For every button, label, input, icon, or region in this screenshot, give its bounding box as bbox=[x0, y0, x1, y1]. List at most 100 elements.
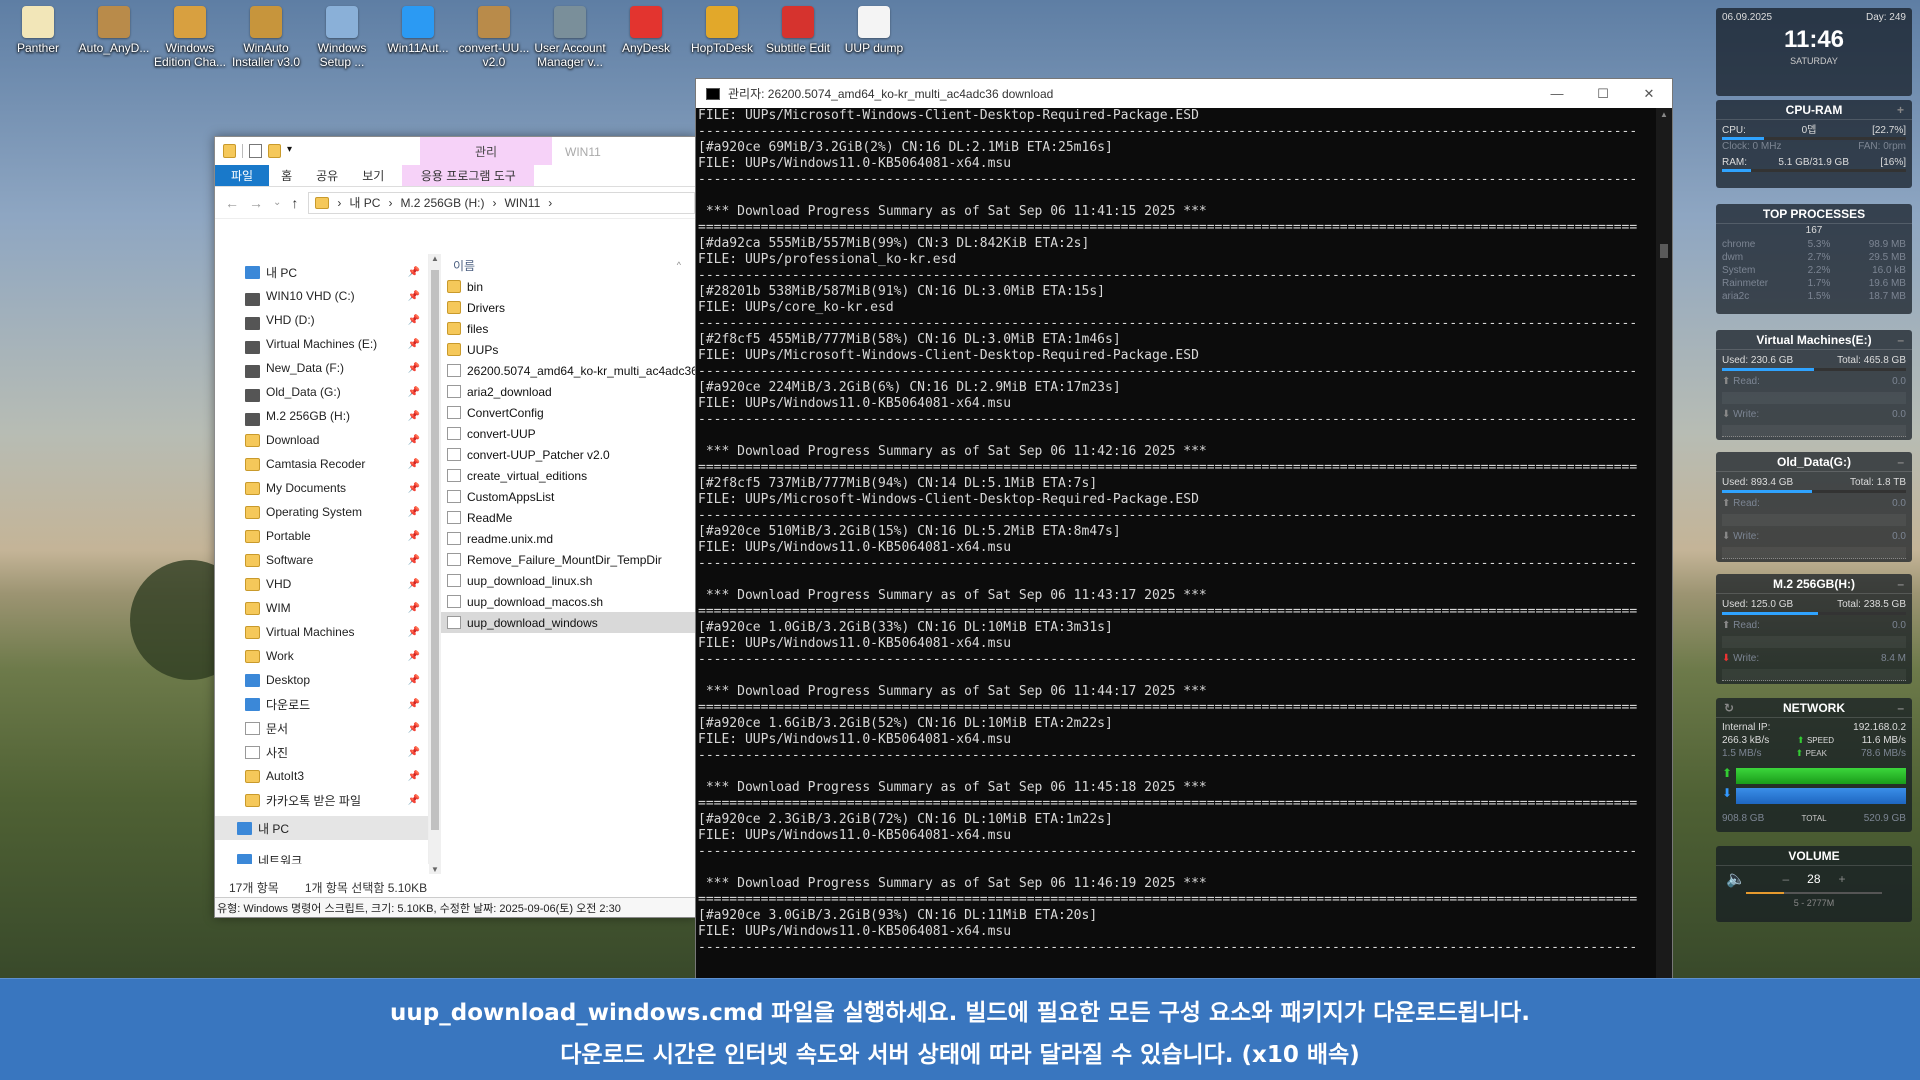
volume-up-button[interactable]: + bbox=[1839, 872, 1846, 886]
nav-item[interactable]: Virtual Machines (E:) 📌 bbox=[215, 332, 428, 356]
file-item[interactable]: readme.unix.md bbox=[441, 528, 695, 549]
scroll-up-icon[interactable]: ▲ bbox=[1660, 110, 1668, 119]
minus-icon[interactable]: – bbox=[1897, 330, 1904, 350]
nav-item[interactable]: VHD 📌 bbox=[215, 572, 428, 596]
file-item[interactable]: 26200.5074_amd64_ko-kr_multi_ac4adc36 bbox=[441, 360, 695, 381]
nav-item[interactable]: 문서 📌 bbox=[215, 716, 428, 740]
breadcrumb-item[interactable]: 내 PC bbox=[349, 194, 380, 211]
tab-home[interactable]: 홈 bbox=[269, 165, 304, 186]
scroll-down-icon[interactable]: ▼ bbox=[431, 865, 439, 874]
file-item[interactable]: convert-UUP bbox=[441, 423, 695, 444]
file-item[interactable]: Drivers bbox=[441, 297, 695, 318]
file-item[interactable]: UUPs bbox=[441, 339, 695, 360]
new-folder-icon[interactable] bbox=[268, 144, 281, 158]
process-row: aria2c 1.5% 18.7 MB bbox=[1716, 290, 1912, 303]
console-titlebar[interactable]: 관리자: 26200.5074_amd64_ko-kr_multi_ac4adc… bbox=[696, 79, 1672, 108]
tab-file[interactable]: 파일 bbox=[215, 165, 270, 186]
desktop-shortcut[interactable]: convert-UU... v2.0 bbox=[456, 0, 532, 78]
close-button[interactable]: ✕ bbox=[1626, 79, 1672, 108]
desktop-shortcut[interactable]: Windows Setup ... bbox=[304, 0, 380, 78]
minus-icon[interactable]: – bbox=[1897, 574, 1904, 594]
desktop-shortcut[interactable]: Subtitle Edit bbox=[760, 0, 836, 78]
minus-icon[interactable]: – bbox=[1897, 452, 1904, 472]
scroll-up-icon[interactable]: ▲ bbox=[431, 254, 439, 263]
file-item[interactable]: uup_download_linux.sh bbox=[441, 570, 695, 591]
scroll-thumb[interactable] bbox=[431, 270, 439, 830]
nav-item[interactable]: WIN10 VHD (C:) 📌 bbox=[215, 284, 428, 308]
file-item[interactable]: aria2_download bbox=[441, 381, 695, 402]
forward-arrow-icon[interactable]: → bbox=[249, 195, 263, 211]
nav-item[interactable]: Virtual Machines 📌 bbox=[215, 620, 428, 644]
file-item[interactable]: convert-UUP_Patcher v2.0 bbox=[441, 444, 695, 465]
file-item[interactable]: create_virtual_editions bbox=[441, 465, 695, 486]
pin-icon: 📌 bbox=[407, 290, 420, 302]
nav-item[interactable]: M.2 256GB (H:) 📌 bbox=[215, 404, 428, 428]
back-arrow-icon[interactable]: ← bbox=[225, 195, 239, 211]
file-item[interactable]: CustomAppsList bbox=[441, 486, 695, 507]
file-item[interactable]: uup_download_macos.sh bbox=[441, 591, 695, 612]
nav-item[interactable]: Software 📌 bbox=[215, 548, 428, 572]
file-item[interactable]: files bbox=[441, 318, 695, 339]
nav-item[interactable]: Old_Data (G:) 📌 bbox=[215, 380, 428, 404]
speaker-icon[interactable]: 🔈 bbox=[1726, 869, 1746, 889]
clock-widget: 06.09.2025 Day: 249 11:46 SATURDAY bbox=[1716, 8, 1912, 96]
desktop-shortcut[interactable]: AnyDesk bbox=[608, 0, 684, 78]
nav-item[interactable]: My Documents 📌 bbox=[215, 476, 428, 500]
file-item[interactable]: uup_download_windows bbox=[441, 612, 695, 633]
nav-item[interactable]: Work 📌 bbox=[215, 644, 428, 668]
nav-item[interactable]: WIM 📌 bbox=[215, 596, 428, 620]
desktop-shortcut[interactable]: User Account Manager v... bbox=[532, 0, 608, 78]
nav-item[interactable]: 내 PC 📌 bbox=[215, 260, 428, 284]
desktop-shortcut[interactable]: Auto_AnyD... bbox=[76, 0, 152, 78]
up-arrow-icon[interactable]: ↑ bbox=[291, 195, 298, 211]
nav-scrollbar[interactable]: ▲ ▼ bbox=[429, 254, 441, 874]
desktop-shortcut[interactable]: Windows Edition Cha... bbox=[152, 0, 228, 78]
console-output[interactable]: FILE: UUPs/Microsoft-Windows-Client-Desk… bbox=[696, 108, 1656, 999]
chevron-down-icon[interactable]: ▾ bbox=[287, 144, 292, 158]
desktop-shortcut[interactable]: Panther bbox=[0, 0, 76, 78]
file-item[interactable]: bin bbox=[441, 276, 695, 297]
nav-item[interactable]: Portable 📌 bbox=[215, 524, 428, 548]
tab-share[interactable]: 공유 bbox=[304, 165, 350, 186]
nav-item[interactable]: Download 📌 bbox=[215, 428, 428, 452]
desktop-shortcut[interactable]: Win11Aut... bbox=[380, 0, 456, 78]
nav-item[interactable]: Desktop 📌 bbox=[215, 668, 428, 692]
console-scrollbar[interactable]: ▲ bbox=[1656, 108, 1672, 999]
minimize-button[interactable]: — bbox=[1534, 79, 1580, 108]
context-tab-manage[interactable]: 관리 bbox=[420, 137, 552, 165]
file-item[interactable]: Remove_Failure_MountDir_TempDir bbox=[441, 549, 695, 570]
file-item[interactable]: ConvertConfig bbox=[441, 402, 695, 423]
scroll-thumb[interactable] bbox=[1660, 244, 1668, 258]
nav-item[interactable]: 카카오톡 받은 파일 📌 bbox=[215, 788, 428, 812]
nav-item[interactable]: VHD (D:) 📌 bbox=[215, 308, 428, 332]
refresh-icon[interactable]: ↻ bbox=[1724, 698, 1734, 718]
plus-icon[interactable]: + bbox=[1897, 100, 1904, 120]
tab-view[interactable]: 보기 bbox=[350, 165, 396, 186]
nav-this-pc[interactable]: 내 PC bbox=[215, 816, 428, 840]
nav-item[interactable]: New_Data (F:) 📌 bbox=[215, 356, 428, 380]
minus-icon[interactable]: – bbox=[1897, 698, 1904, 718]
volume-bar[interactable] bbox=[1746, 892, 1785, 894]
breadcrumb[interactable]: › 내 PC › M.2 256GB (H:) › WIN11 › bbox=[308, 191, 695, 214]
desktop-shortcut[interactable]: HopToDesk bbox=[684, 0, 760, 78]
desktop-shortcut[interactable]: UUP dump bbox=[836, 0, 912, 78]
maximize-button[interactable]: ☐ bbox=[1580, 79, 1626, 108]
nav-item[interactable]: 사진 📌 bbox=[215, 740, 428, 764]
tab-app-tools[interactable]: 응용 프로그램 도구 bbox=[402, 165, 535, 186]
package-icon bbox=[98, 6, 130, 38]
nav-item[interactable]: Camtasia Recoder 📌 bbox=[215, 452, 428, 476]
disk-total: Total: 1.8 TB bbox=[1850, 477, 1906, 488]
nav-item[interactable]: AutoIt3 📌 bbox=[215, 764, 428, 788]
file-item[interactable]: ReadMe bbox=[441, 507, 695, 528]
nav-item[interactable]: 다운로드 📌 bbox=[215, 692, 428, 716]
volume-down-button[interactable]: – bbox=[1782, 872, 1789, 886]
breadcrumb-item[interactable]: WIN11 bbox=[504, 196, 540, 210]
properties-icon[interactable] bbox=[249, 144, 262, 158]
disk-usage-bar bbox=[1722, 612, 1818, 615]
nav-item[interactable]: Operating System 📌 bbox=[215, 500, 428, 524]
column-header-name[interactable]: 이름 ^ bbox=[441, 254, 695, 276]
nav-network[interactable]: 네트워크 bbox=[215, 848, 428, 864]
desktop-shortcut[interactable]: WinAuto Installer v3.0 bbox=[228, 0, 304, 78]
breadcrumb-item[interactable]: M.2 256GB (H:) bbox=[400, 196, 484, 210]
recent-chevron-icon[interactable]: ⌄ bbox=[273, 197, 281, 208]
